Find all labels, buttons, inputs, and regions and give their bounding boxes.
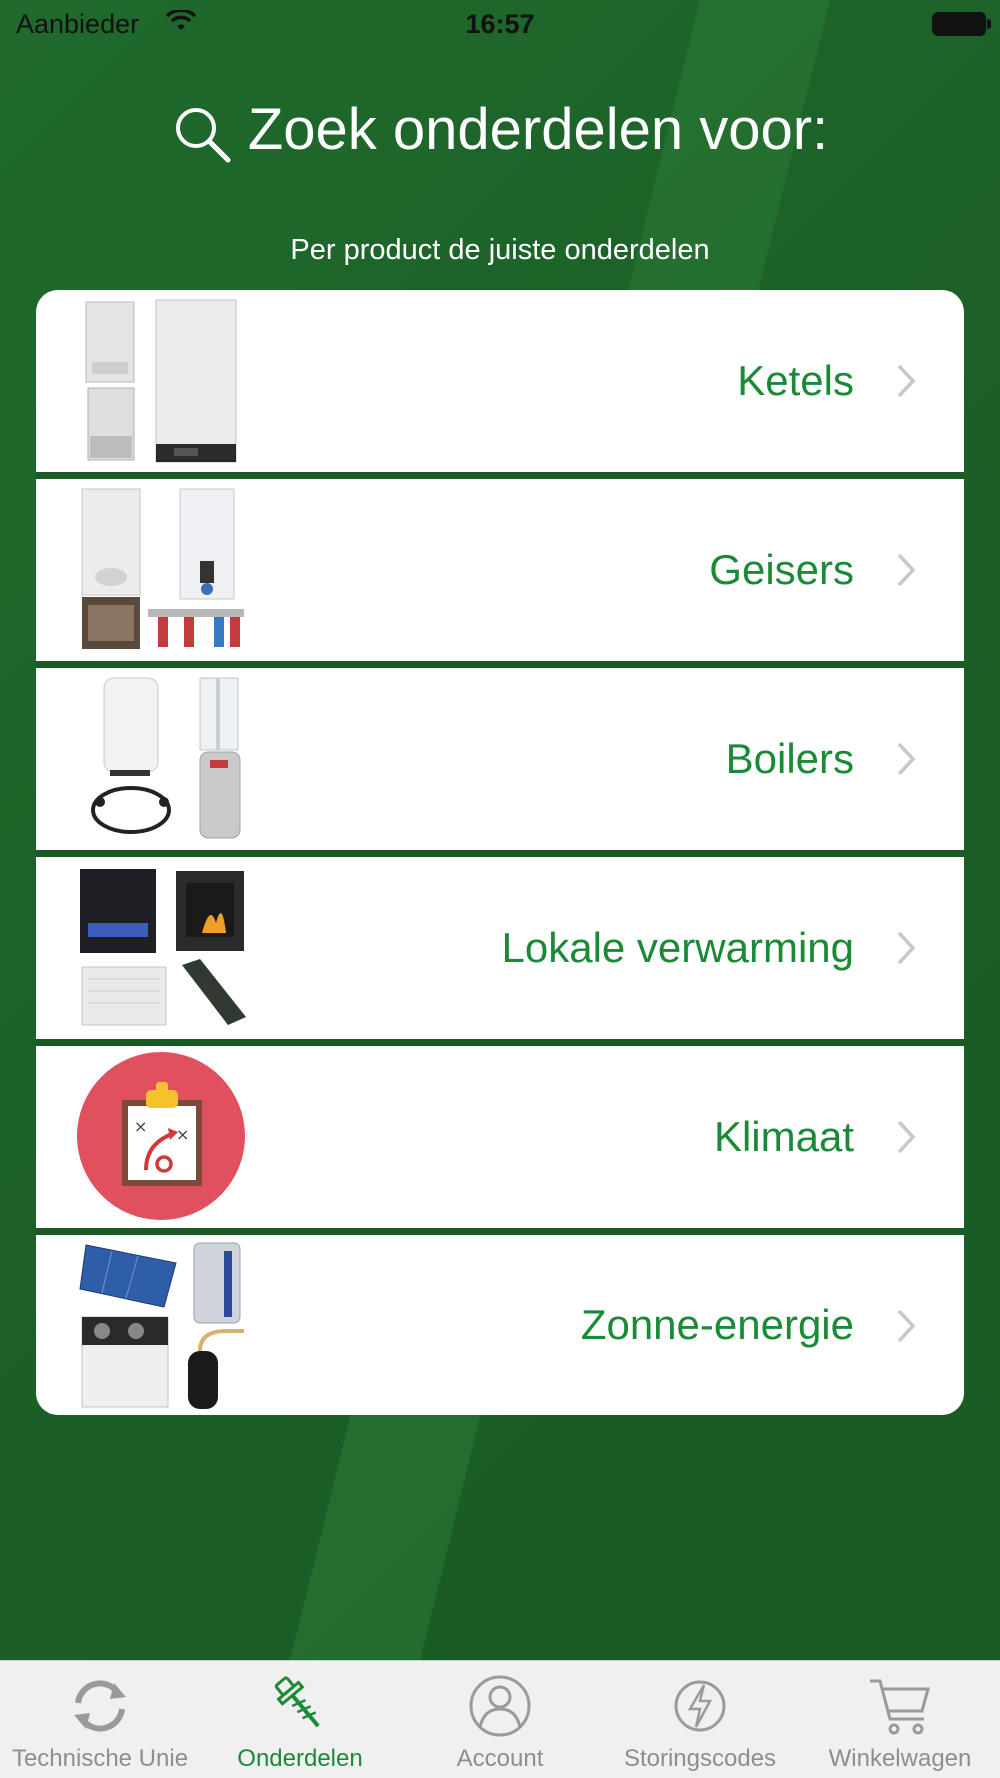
svg-text:×: × (134, 1117, 147, 1136)
tab-account[interactable]: Account (400, 1661, 600, 1778)
tab-label: Onderdelen (237, 1745, 363, 1772)
chevron-right-icon (897, 931, 916, 965)
category-label: Lokale verwarming (501, 924, 855, 971)
tab-storingscodes[interactable]: Storingscodes (600, 1661, 800, 1778)
category-row-lokale-verwarming[interactable]: Lokale verwarming (36, 857, 964, 1039)
local-heating-products-thumbnail (80, 869, 246, 1026)
lightning-icon (674, 1680, 726, 1732)
chevron-right-icon (897, 364, 916, 398)
battery-icon (932, 12, 991, 36)
page-title: Zoek onderdelen voor: (0, 96, 1000, 164)
water-heater-products-thumbnail (91, 677, 241, 839)
category-row-ketels[interactable]: Ketels (36, 290, 964, 472)
tab-label: Account (456, 1745, 544, 1772)
svg-text:×: × (176, 1125, 189, 1144)
category-row-geisers[interactable]: Geisers (36, 479, 964, 661)
tab-onderdelen[interactable]: Onderdelen (200, 1661, 400, 1778)
screen: Aanbieder 16:57 Zoek onderdelen voor: Pe… (0, 0, 1000, 1778)
category-label: Boilers (725, 735, 854, 782)
status-time: 16:57 (465, 9, 535, 39)
tab-label: Winkelwagen (828, 1745, 972, 1772)
cart-icon (870, 1679, 930, 1735)
tab-bar: Technische Unie Onderdelen Account Stori… (0, 1660, 1000, 1778)
tab-label: Storingscodes (623, 1745, 777, 1772)
page-title-text: Zoek onderdelen voor: (247, 97, 829, 162)
category-label: Ketels (737, 357, 854, 404)
refresh-icon (74, 1680, 126, 1732)
category-label: Klimaat (713, 1113, 854, 1160)
user-icon (469, 1675, 531, 1737)
tab-technische-unie[interactable]: Technische Unie (0, 1661, 200, 1778)
category-row-zonne-energie[interactable]: Zonne-energie (36, 1235, 964, 1415)
boiler-products-thumbnail (85, 299, 237, 463)
tab-label: Technische Unie (11, 1745, 189, 1772)
category-row-klimaat[interactable]: × × Klimaat (36, 1046, 964, 1228)
category-row-boilers[interactable]: Boilers (36, 668, 964, 850)
search-icon (175, 107, 231, 163)
clipboard-strategy-icon: × × (77, 1052, 245, 1220)
page-subtitle: Per product de juiste onderdelen (290, 234, 710, 266)
solar-energy-products-thumbnail (79, 1242, 244, 1409)
category-list: Ketels Geisers Boilers Lokale verwarming… (36, 290, 964, 1415)
screw-icon (274, 1676, 320, 1728)
chevron-right-icon (897, 1120, 916, 1154)
chevron-right-icon (897, 553, 916, 587)
status-bar: Aanbieder 16:57 (0, 0, 1000, 50)
tab-winkelwagen[interactable]: Winkelwagen (800, 1661, 1000, 1778)
chevron-right-icon (897, 742, 916, 776)
category-label: Geisers (709, 546, 854, 593)
category-label: Zonne-energie (580, 1301, 854, 1348)
chevron-right-icon (897, 1309, 916, 1343)
geyser-products-thumbnail (81, 488, 244, 649)
